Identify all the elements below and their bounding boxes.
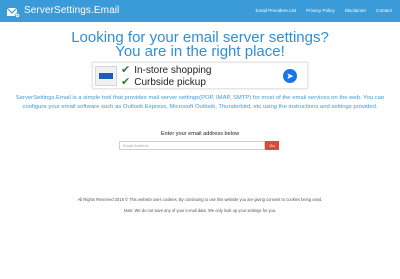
brand-logo[interactable]: ServerSettings.Email <box>6 4 120 18</box>
ad-item-in-store: ✔ In-store shopping <box>121 64 212 77</box>
intro-text: ServerSettings.Email is a simple tool th… <box>15 95 385 111</box>
nav-privacy-policy[interactable]: Privacy Policy <box>306 7 335 14</box>
nav-disclaimer[interactable]: Disclaimer <box>345 7 366 14</box>
nav-links: Email Providers List Privacy Policy Disc… <box>256 7 392 14</box>
footer-copyright: All Rights Reserved 2018 © This website … <box>77 197 323 202</box>
ad-item-curbside-label: Curbside pickup <box>134 77 206 88</box>
go-button[interactable]: Go <box>265 141 279 150</box>
email-address-input[interactable] <box>119 141 265 150</box>
ad-item-curbside: ✔ Curbside pickup <box>121 76 206 89</box>
directions-arrow-icon[interactable]: ➤ <box>283 69 297 83</box>
ad-banner[interactable]: ✔ In-store shopping ✔ Curbside pickup ➤ <box>92 62 308 89</box>
headline-line-2: You are in the right place! <box>115 43 285 60</box>
page-headline: Looking for your email server settings? … <box>0 30 400 60</box>
checkmark-icon: ✔ <box>121 76 131 88</box>
ad-item-in-store-label: In-store shopping <box>134 65 212 76</box>
nav-email-providers-list[interactable]: Email Providers List <box>256 7 297 14</box>
ad-logo-mark <box>99 73 113 79</box>
brand-name: ServerSettings.Email <box>24 5 120 16</box>
top-navbar: ServerSettings.Email Email Providers Lis… <box>0 0 400 22</box>
footer-note: Note: We do not save any of your e-mail … <box>123 207 277 213</box>
footer: All Rights Reserved 2018 © This website … <box>0 195 400 216</box>
nav-contact[interactable]: Contact <box>376 7 392 14</box>
envelope-gear-icon <box>6 5 21 18</box>
ad-store-logo <box>95 66 117 86</box>
checkmark-icon: ✔ <box>121 64 131 76</box>
email-form-label: Enter your email address below <box>160 131 240 137</box>
